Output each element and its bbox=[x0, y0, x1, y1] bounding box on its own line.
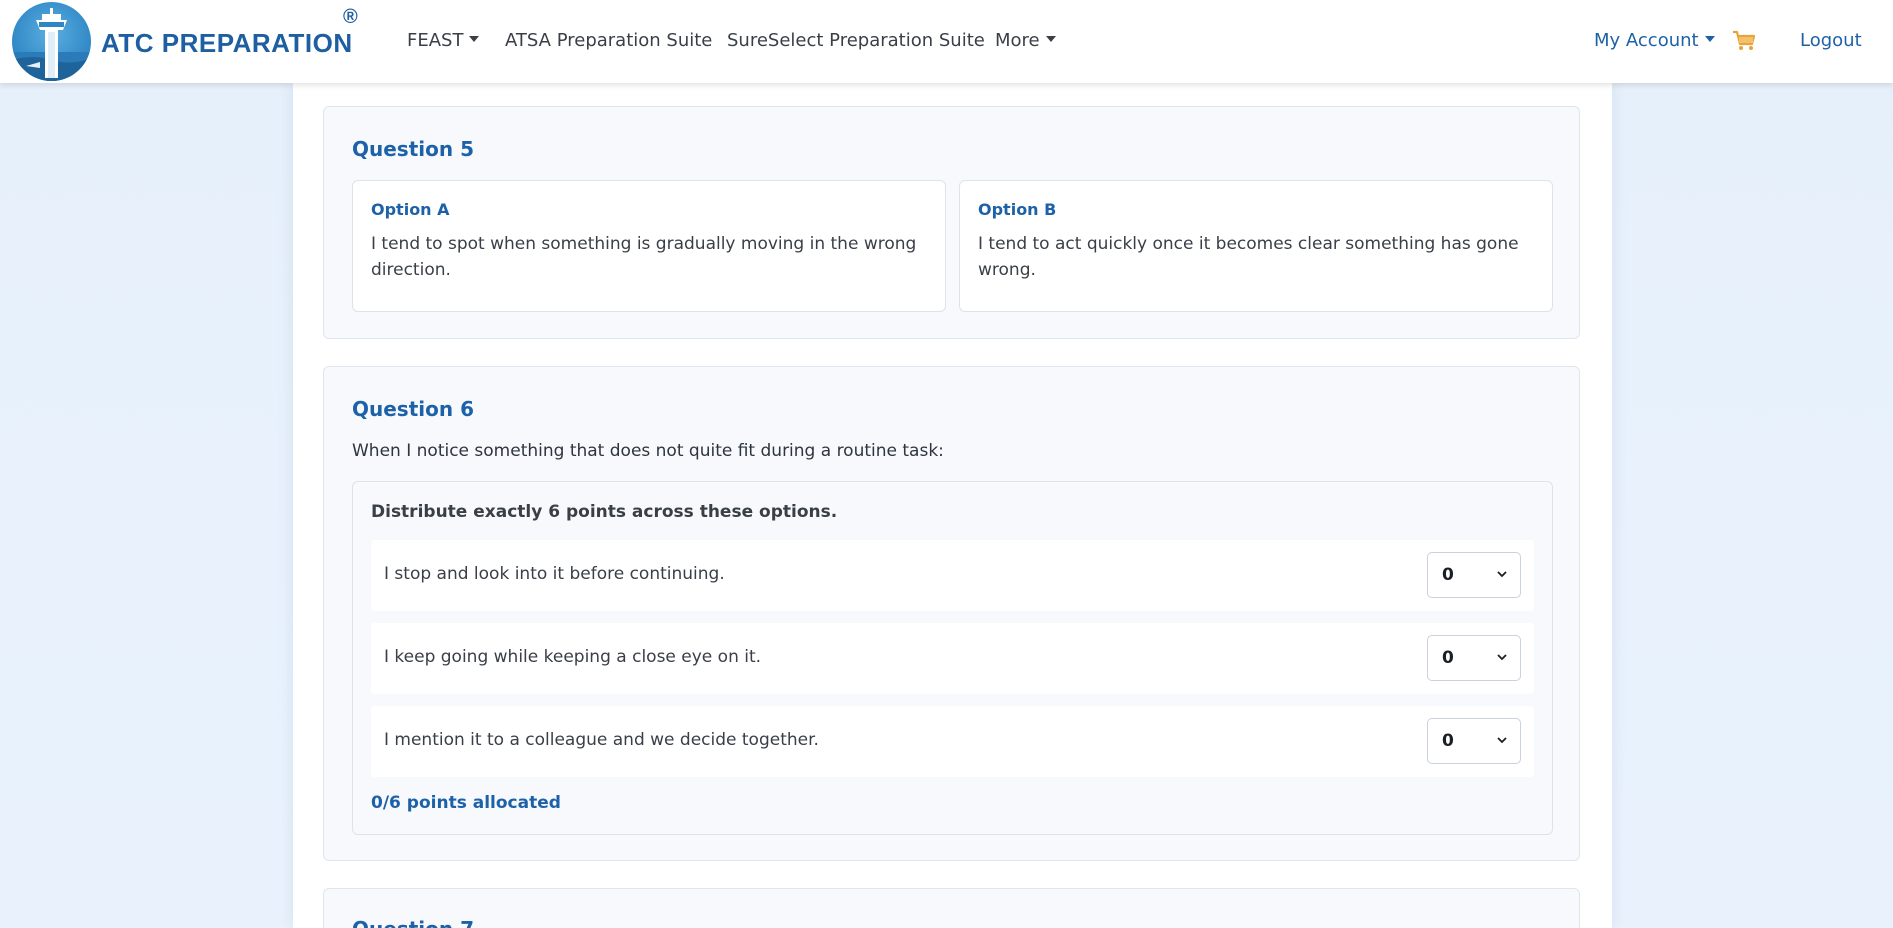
nav-sureselect-link[interactable]: SureSelect Preparation Suite bbox=[727, 30, 985, 51]
brand-name[interactable]: ATC PREPARATION bbox=[101, 28, 353, 59]
distribution-option-text: I keep going while keeping a close eye o… bbox=[384, 647, 762, 667]
registered-mark: ® bbox=[343, 6, 358, 28]
option-a-card[interactable]: Option A I tend to spot when something i… bbox=[352, 180, 946, 312]
my-account-label: My Account bbox=[1594, 30, 1699, 51]
distribution-option-row: I keep going while keeping a close eye o… bbox=[371, 623, 1534, 694]
chevron-down-icon bbox=[469, 36, 480, 42]
question-card-7: Question 7 bbox=[323, 888, 1580, 928]
option-b-card[interactable]: Option B I tend to act quickly once it b… bbox=[959, 180, 1553, 312]
logout-link[interactable]: Logout bbox=[1800, 30, 1862, 51]
chevron-down-icon bbox=[1045, 36, 1056, 42]
nav-feast-label: FEAST bbox=[407, 30, 464, 51]
points-select[interactable]: 0 bbox=[1427, 718, 1521, 764]
my-account-dropdown[interactable]: My Account bbox=[1594, 30, 1715, 51]
distribution-instructions: Distribute exactly 6 points across these… bbox=[371, 502, 838, 522]
distribution-option-row: I stop and look into it before continuin… bbox=[371, 540, 1534, 611]
cart-icon[interactable] bbox=[1732, 30, 1756, 52]
points-select[interactable]: 0 bbox=[1427, 635, 1521, 681]
option-b-label: Option B bbox=[978, 200, 1057, 219]
question-title: Question 5 bbox=[352, 137, 474, 161]
question-card-6: Question 6 When I notice something that … bbox=[323, 366, 1580, 861]
points-allocated-status: 0/6 points allocated bbox=[371, 793, 561, 813]
points-select[interactable]: 0 bbox=[1427, 552, 1521, 598]
distribution-option-text: I stop and look into it before continuin… bbox=[384, 564, 725, 584]
question-title: Question 7 bbox=[352, 917, 474, 928]
option-a-text: I tend to spot when something is gradual… bbox=[371, 234, 917, 280]
points-distribution-box: Distribute exactly 6 points across these… bbox=[352, 481, 1553, 835]
distribution-option-text: I mention it to a colleague and we decid… bbox=[384, 730, 819, 750]
nav-more-label: More bbox=[995, 30, 1040, 51]
questionnaire-column: Question 5 Option A I tend to spot when … bbox=[293, 83, 1612, 928]
question-card-5: Question 5 Option A I tend to spot when … bbox=[323, 106, 1580, 339]
navbar: ATC PREPARATION ® FEAST ATSA Preparation… bbox=[0, 0, 1893, 83]
question-prompt: When I notice something that does not qu… bbox=[352, 441, 944, 461]
nav-atsa-link[interactable]: ATSA Preparation Suite bbox=[505, 30, 712, 51]
option-a-label: Option A bbox=[371, 200, 450, 219]
nav-more-dropdown[interactable]: More bbox=[995, 30, 1056, 51]
question-title: Question 6 bbox=[352, 397, 474, 421]
chevron-down-icon bbox=[1704, 36, 1715, 42]
logo-tower-icon[interactable] bbox=[12, 2, 91, 81]
option-b-text: I tend to act quickly once it becomes cl… bbox=[978, 234, 1519, 280]
nav-feast-dropdown[interactable]: FEAST bbox=[407, 30, 480, 51]
distribution-option-row: I mention it to a colleague and we decid… bbox=[371, 706, 1534, 777]
